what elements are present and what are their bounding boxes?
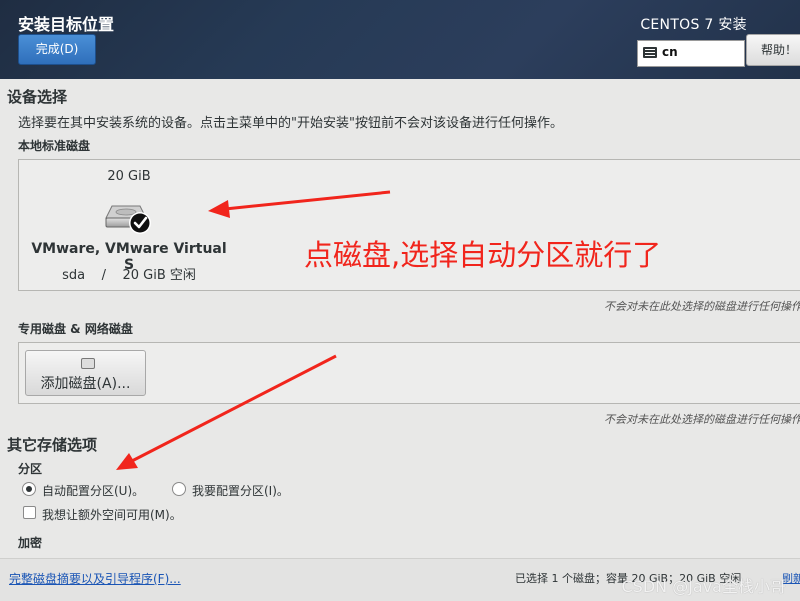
local-disks-note: 不会对未在此处选择的磁盘进行任何操作 (604, 300, 800, 313)
disk-info: sda / 20 GiB 空闲 (62, 268, 196, 283)
manual-partition-label[interactable]: 我要配置分区(I)。 (192, 482, 289, 499)
device-selection-description: 选择要在其中安装系统的设备。点击主菜单中的"开始安装"按钮前不会对该设备进行任何… (18, 116, 563, 131)
add-disk-button[interactable]: 添加磁盘(A)... (25, 350, 146, 396)
annotation-text: 点磁盘,选择自动分区就行了 (304, 238, 662, 272)
manual-partition-radio[interactable] (172, 482, 186, 496)
encryption-label: 加密 (18, 536, 43, 550)
hard-disk-icon (105, 205, 151, 234)
disk-size: 20 GiB (107, 169, 151, 184)
product-title: CENTOS 7 安装 (640, 17, 747, 33)
add-disk-label: 添加磁盘(A)... (40, 376, 131, 392)
help-button[interactable]: 帮助！ (746, 34, 800, 66)
partition-label: 分区 (18, 462, 43, 476)
auto-partition-radio[interactable] (22, 482, 36, 496)
header-bar: 安装目标位置 完成(D) CENTOS 7 安装 cn 帮助！ (0, 0, 800, 79)
disk-add-icon (81, 358, 95, 369)
done-button[interactable]: 完成(D) (18, 34, 96, 65)
extra-space-checkbox[interactable] (23, 506, 36, 519)
page-title: 安装目标位置 (18, 15, 115, 34)
device-selection-heading: 设备选择 (7, 88, 68, 106)
local-disks-label: 本地标准磁盘 (18, 139, 91, 153)
keyboard-layout-label: cn (662, 45, 678, 59)
special-disks-note: 不会对未在此处选择的磁盘进行任何操作 (604, 413, 800, 426)
keyboard-icon (643, 47, 657, 58)
extra-space-label[interactable]: 我想让额外空间可用(M)。 (42, 506, 182, 523)
watermark: CSDN @Java全栈小哥 (621, 577, 786, 596)
keyboard-layout-indicator[interactable]: cn (637, 40, 745, 67)
disk-summary-link[interactable]: 完整磁盘摘要以及引导程序(F)... (9, 570, 181, 587)
other-storage-heading: 其它存储选项 (7, 436, 98, 454)
auto-partition-label[interactable]: 自动配置分区(U)。 (42, 482, 144, 499)
special-disks-label: 专用磁盘 & 网络磁盘 (18, 322, 133, 336)
disk-sda[interactable]: 20 GiB VMware, VMware Virtual S sda / 20… (30, 168, 228, 284)
